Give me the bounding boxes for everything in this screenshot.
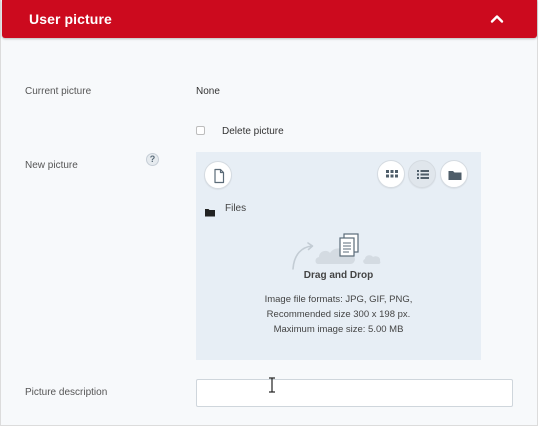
files-breadcrumb[interactable]: Files <box>225 203 246 214</box>
text-cursor-icon <box>268 377 276 398</box>
current-picture-label: Current picture <box>25 86 92 97</box>
panel-header[interactable]: User picture <box>2 0 537 38</box>
folder-view-button[interactable] <box>440 160 468 188</box>
user-picture-panel: User picture Current picture None Delete… <box>0 0 538 426</box>
folder-icon <box>205 204 215 222</box>
info-recommended-size: Recommended size 300 x 198 px. <box>266 309 411 320</box>
new-picture-label: New picture <box>25 160 78 171</box>
drag-and-drop-title: Drag and Drop <box>303 270 374 281</box>
add-file-button[interactable] <box>204 161 232 189</box>
info-max-size: Maximum image size: 5.00 MB <box>273 324 404 335</box>
info-formats: Image file formats: JPG, GIF, PNG, <box>264 294 413 305</box>
picture-description-label: Picture description <box>25 387 108 398</box>
chevron-up-icon[interactable] <box>487 9 507 29</box>
current-picture-value: None <box>196 86 220 97</box>
grid-view-button[interactable] <box>377 160 405 188</box>
panel-title: User picture <box>29 11 112 27</box>
file-uploader[interactable]: Files Drag and Drop Image file formats: … <box>196 152 481 360</box>
delete-picture-checkbox[interactable] <box>196 126 205 135</box>
list-view-button[interactable] <box>408 160 436 188</box>
help-icon[interactable]: ? <box>146 153 159 166</box>
delete-picture-label[interactable]: Delete picture <box>222 126 284 137</box>
picture-description-input[interactable] <box>196 379 513 407</box>
